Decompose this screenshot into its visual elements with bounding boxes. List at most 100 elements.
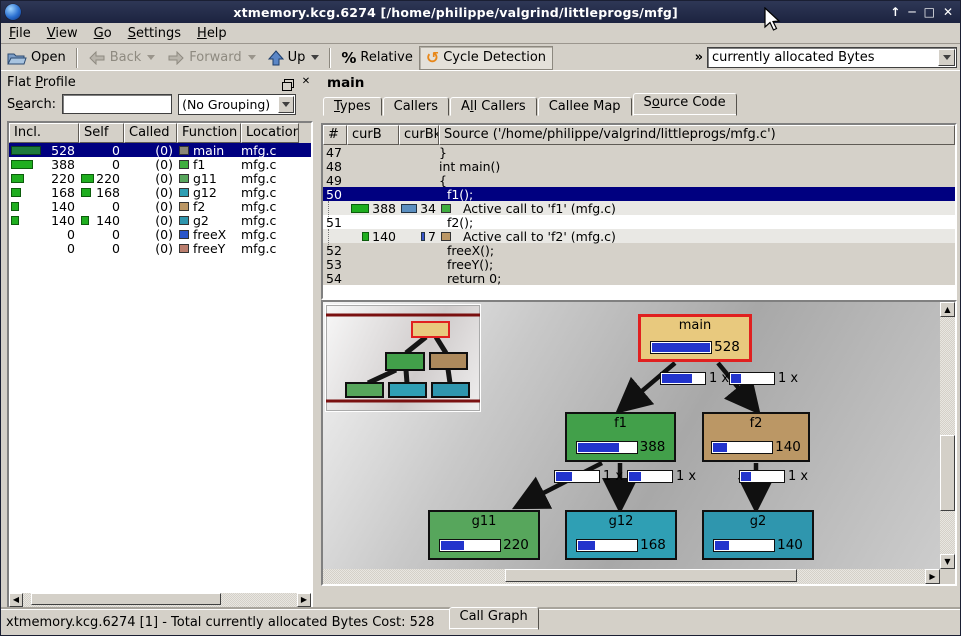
graph-node-g2[interactable]: g2140 [702, 510, 814, 560]
source-row[interactable]: 49{ [323, 173, 955, 187]
column-header-location[interactable]: Location [241, 123, 299, 143]
table-row[interactable]: 3880(0)f1mfg.c [9, 157, 311, 171]
close-button[interactable]: ✕ [943, 2, 953, 22]
callee-color-swatch [441, 232, 451, 241]
column-header-called[interactable]: Called [124, 123, 177, 143]
open-button[interactable]: Open [1, 46, 72, 70]
table-row[interactable]: 5280(0)mainmfg.c [9, 143, 311, 157]
source-column-header[interactable]: curBk [399, 125, 439, 145]
menu-item-help[interactable]: Help [189, 24, 235, 43]
table-row[interactable]: 1400(0)f2mfg.c [9, 199, 311, 213]
menu-item-file[interactable]: File [1, 24, 39, 43]
source-line: freeX(); [439, 243, 955, 258]
table-row[interactable]: 00(0)freeYmfg.c [9, 241, 311, 255]
table-row[interactable]: 140140(0)g2mfg.c [9, 213, 311, 227]
minimize-button[interactable]: ─ [908, 2, 915, 22]
source-row[interactable]: 48int main() [323, 159, 955, 173]
tab-source-code[interactable]: Source Code [633, 93, 737, 116]
source-row[interactable]: 51 f2(); [323, 215, 955, 229]
up-dropdown-icon[interactable] [311, 55, 319, 60]
scroll-up-icon[interactable]: ▲ [940, 302, 955, 317]
scrollbar-thumb[interactable] [505, 569, 797, 582]
source-row[interactable]: 50 f1(); [323, 187, 955, 201]
table-row[interactable]: 168168(0)g12mfg.c [9, 185, 311, 199]
scrollbar-thumb[interactable] [31, 593, 221, 605]
source-row[interactable]: 38834 Active call to 'f1' (mfg.c) [323, 201, 955, 215]
menu-item-settings[interactable]: Settings [120, 24, 189, 43]
dock-close-icon[interactable]: ✕ [299, 76, 313, 89]
back-button[interactable]: Back [82, 46, 162, 70]
location-cell: mfg.c [241, 213, 299, 228]
dock-title-bar[interactable]: Flat Profile ✕ [3, 73, 317, 91]
source-column-header[interactable]: # [323, 125, 347, 145]
combobox-dropdown-button[interactable] [938, 49, 955, 66]
column-header-function[interactable]: Function [177, 123, 241, 143]
function-color-swatch [179, 230, 189, 239]
function-cell: freeX [177, 227, 241, 242]
shade-button[interactable]: ↑ [890, 2, 900, 22]
back-arrow-icon [88, 51, 106, 65]
function-cell: freeY [177, 241, 241, 256]
scroll-right-icon[interactable]: ▶ [297, 593, 311, 607]
forward-button[interactable]: Forward [161, 46, 261, 70]
graph-node-g12[interactable]: g12168 [565, 510, 677, 560]
function-cell: f1 [177, 157, 241, 172]
source-row[interactable]: 53 freeY(); [323, 257, 955, 271]
line-number: 49 [323, 173, 347, 188]
event-type-combobox[interactable]: currently allocated Bytes [707, 47, 957, 68]
tab-callee-map[interactable]: Callee Map [538, 97, 632, 116]
called-cell: (0) [124, 157, 177, 172]
source-column-header[interactable]: curB [347, 125, 399, 145]
tab-callers[interactable]: Callers [383, 97, 449, 116]
source-row[interactable]: 54 return 0; [323, 271, 955, 285]
table-row[interactable]: 220220(0)g11mfg.c [9, 171, 311, 185]
maximize-button[interactable]: □ [924, 2, 935, 22]
menu-item-view[interactable]: View [39, 24, 86, 43]
dock-float-icon[interactable] [284, 79, 294, 88]
source-column-header[interactable]: Source ('/home/philippe/valgrind/littlep… [439, 125, 955, 145]
column-header-self[interactable]: Self [79, 123, 124, 143]
self-cell: 0 [79, 157, 124, 172]
tab-call-graph[interactable]: Call Graph [449, 607, 539, 630]
scrollbar-thumb[interactable] [940, 435, 955, 511]
graph-hscrollbar[interactable]: ▶ [323, 569, 940, 584]
graph-node-main[interactable]: main528 [638, 314, 752, 362]
graph-vscrollbar[interactable]: ▲ ▼ [940, 302, 955, 569]
tab-all-callers[interactable]: All Callers [450, 97, 537, 116]
menu-item-go[interactable]: Go [86, 24, 120, 43]
graph-node-f2[interactable]: f2140 [702, 412, 810, 462]
call-graph-canvas[interactable]: main528f1388f2140g11220g12168g2140 1 x1 … [323, 302, 940, 569]
search-input[interactable] [62, 94, 172, 114]
tab-types[interactable]: Types [323, 97, 382, 116]
graph-node-cost: 220 [439, 537, 529, 553]
up-button[interactable]: Up [262, 46, 326, 70]
column-header-incl[interactable]: Incl. [9, 123, 79, 143]
source-row[interactable]: 52 freeX(); [323, 243, 955, 257]
source-line: freeY(); [439, 257, 955, 272]
graph-node-g11[interactable]: g11220 [428, 510, 540, 560]
relative-button[interactable]: % Relative [335, 46, 418, 70]
toolbar-overflow-chevron[interactable]: » [691, 50, 707, 65]
grouping-combobox[interactable]: (No Grouping) [178, 94, 296, 115]
grouping-dropdown-button[interactable] [278, 96, 294, 113]
line-number: 48 [323, 159, 347, 174]
node-cost-bar [576, 539, 638, 552]
self-cell: 0 [79, 199, 124, 214]
forward-dropdown-icon[interactable] [248, 55, 256, 60]
scroll-down-icon[interactable]: ▼ [940, 554, 955, 569]
incl-cost-bar [11, 160, 33, 169]
source-row[interactable]: 47} [323, 145, 955, 159]
back-dropdown-icon[interactable] [147, 55, 155, 60]
graph-node-f1[interactable]: f1388 [565, 412, 676, 462]
window-title: xtmemory.kcg.6274 [/home/philippe/valgri… [21, 5, 890, 20]
selected-function-title: main [321, 73, 957, 93]
source-row[interactable]: 1407 Active call to 'f2' (mfg.c) [323, 229, 955, 243]
scroll-left-icon[interactable]: ◀ [9, 593, 23, 607]
self-cost-bar [81, 216, 89, 225]
cycle-detection-button[interactable]: ↺ Cycle Detection [419, 46, 553, 70]
flat-profile-hscrollbar[interactable]: ◀ ▶ [9, 593, 311, 607]
graph-overview-map[interactable] [325, 304, 481, 412]
incl-cell: 0 [9, 227, 79, 242]
table-row[interactable]: 00(0)freeXmfg.c [9, 227, 311, 241]
scroll-right-icon[interactable]: ▶ [925, 569, 940, 584]
